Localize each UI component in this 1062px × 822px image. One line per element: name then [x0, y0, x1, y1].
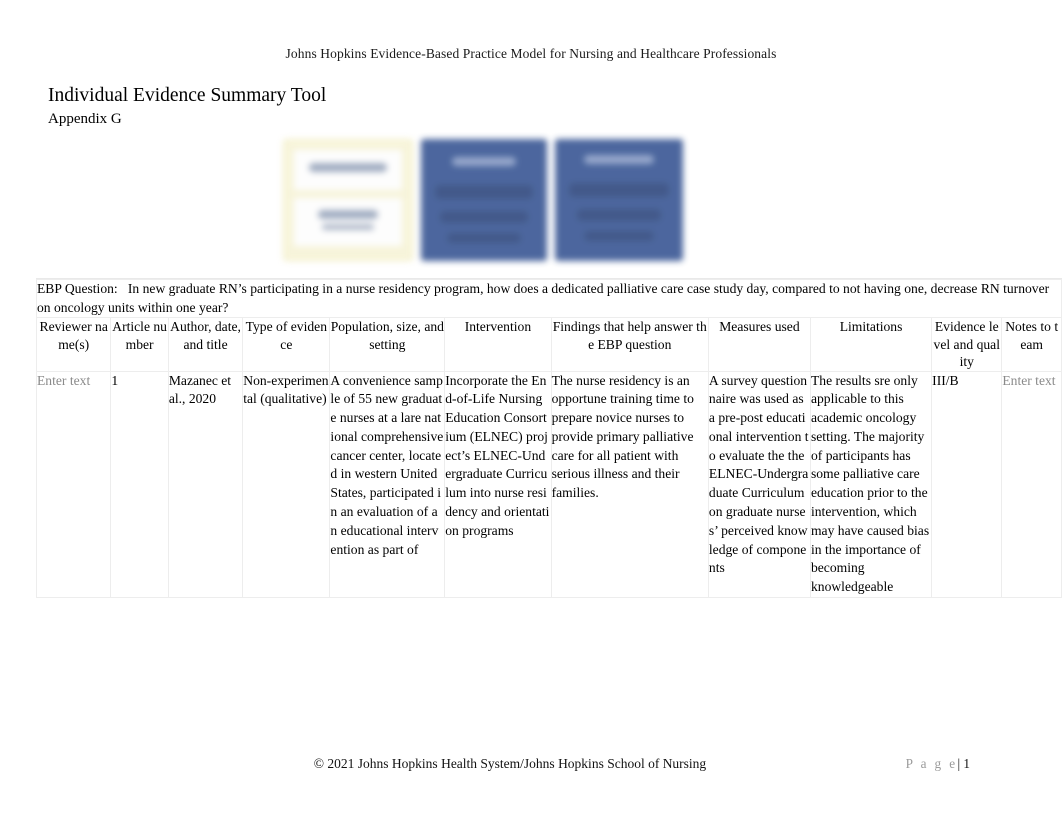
table-row: Enter text 1 Mazanec et al., 2020 Non-ex…: [36, 370, 1062, 599]
blurred-text-line: [435, 185, 533, 199]
page-footer: © 2021 Johns Hopkins Health System/Johns…: [0, 756, 1062, 776]
cell-evidence-level-quality[interactable]: III/B: [931, 370, 1003, 599]
blurred-text-line: [584, 231, 654, 241]
blurred-text-line: [447, 233, 521, 243]
cell-notes-to-team[interactable]: Enter text: [1001, 370, 1062, 599]
ebp-question-label: EBP Question:: [37, 281, 118, 296]
blurred-text-line: [452, 157, 516, 166]
column-header-population-size-setting: Population, size, and setting: [329, 317, 446, 372]
reviewer-names-placeholder[interactable]: Enter text: [37, 373, 90, 388]
title-block: Individual Evidence Summary Tool Appendi…: [48, 84, 326, 129]
blurred-text-line: [569, 183, 669, 197]
document-page: Johns Hopkins Evidence-Based Practice Mo…: [0, 0, 1062, 822]
cell-population-size-setting[interactable]: A convenience sample of 55 new graduate …: [329, 370, 446, 599]
blurred-text-line: [576, 209, 662, 221]
appendix-label: Appendix G: [48, 111, 122, 127]
column-header-reviewer-names: Reviewer name(s): [36, 317, 112, 372]
column-header-notes-to-team: Notes to team: [1001, 317, 1062, 372]
column-header-findings: Findings that help answer the EBP questi…: [550, 317, 709, 372]
model-box-inquiry: [283, 139, 413, 261]
footer-copyright: © 2021 Johns Hopkins Health System/Johns…: [313, 756, 707, 771]
model-box-translation: [555, 139, 683, 261]
footer-page-number: 1: [963, 756, 970, 771]
jhebp-model-diagram: [283, 139, 688, 261]
column-header-article-number: Article number: [110, 317, 169, 372]
blurred-text-line: [322, 224, 374, 230]
footer-page-indicator: P a g e| 1: [906, 756, 970, 772]
cell-article-number[interactable]: 1: [110, 370, 169, 599]
blurred-text-line: [309, 163, 387, 172]
column-header-measures-used: Measures used: [707, 317, 811, 372]
table-header-row: Reviewer name(s) Article number Author, …: [36, 317, 1062, 372]
model-box-practice-question: [421, 139, 547, 261]
column-header-type-of-evidence: Type of evidence: [242, 317, 331, 372]
model-inner-card-bottom: [294, 198, 402, 246]
blurred-text-line: [440, 211, 528, 223]
footer-page-word: P a g e: [905, 756, 958, 771]
evidence-summary-table-container: EBP Question: In new graduate RN’s parti…: [36, 278, 1062, 753]
ebp-question-row: EBP Question: In new graduate RN’s parti…: [36, 279, 1062, 318]
ebp-question-cell: EBP Question: In new graduate RN’s parti…: [36, 279, 1062, 318]
ebp-question-text: In new graduate RN’s participating in a …: [37, 281, 1050, 315]
column-header-limitations: Limitations: [809, 317, 933, 372]
cell-findings[interactable]: The nurse residency is an opportune trai…: [550, 370, 709, 599]
running-header: Johns Hopkins Evidence-Based Practice Mo…: [285, 46, 777, 61]
column-header-evidence-level-quality: Evidence level and quality: [931, 317, 1003, 372]
cell-limitations[interactable]: The results sre only applicable to this …: [809, 370, 933, 599]
cell-intervention[interactable]: Incorporate the End-of-Life Nursing Educ…: [444, 370, 552, 599]
cell-author-date-title[interactable]: Mazanec et al., 2020: [167, 370, 244, 599]
cell-reviewer-names[interactable]: Enter text: [36, 370, 112, 599]
notes-to-team-placeholder[interactable]: Enter text: [1002, 373, 1055, 388]
column-header-author-date-title: Author, date, and title: [167, 317, 244, 372]
model-inner-card-top: [294, 150, 402, 190]
cell-measures-used[interactable]: A survey questionnaire was used as a pre…: [707, 370, 811, 599]
individual-evidence-summary-table: EBP Question: In new graduate RN’s parti…: [36, 279, 1062, 599]
cell-type-of-evidence[interactable]: Non-experimental (qualitative): [242, 370, 331, 599]
blurred-text-line: [317, 210, 379, 219]
blurred-text-line: [584, 155, 654, 164]
column-header-intervention: Intervention: [444, 317, 552, 372]
page-title: Individual Evidence Summary Tool: [48, 85, 327, 106]
